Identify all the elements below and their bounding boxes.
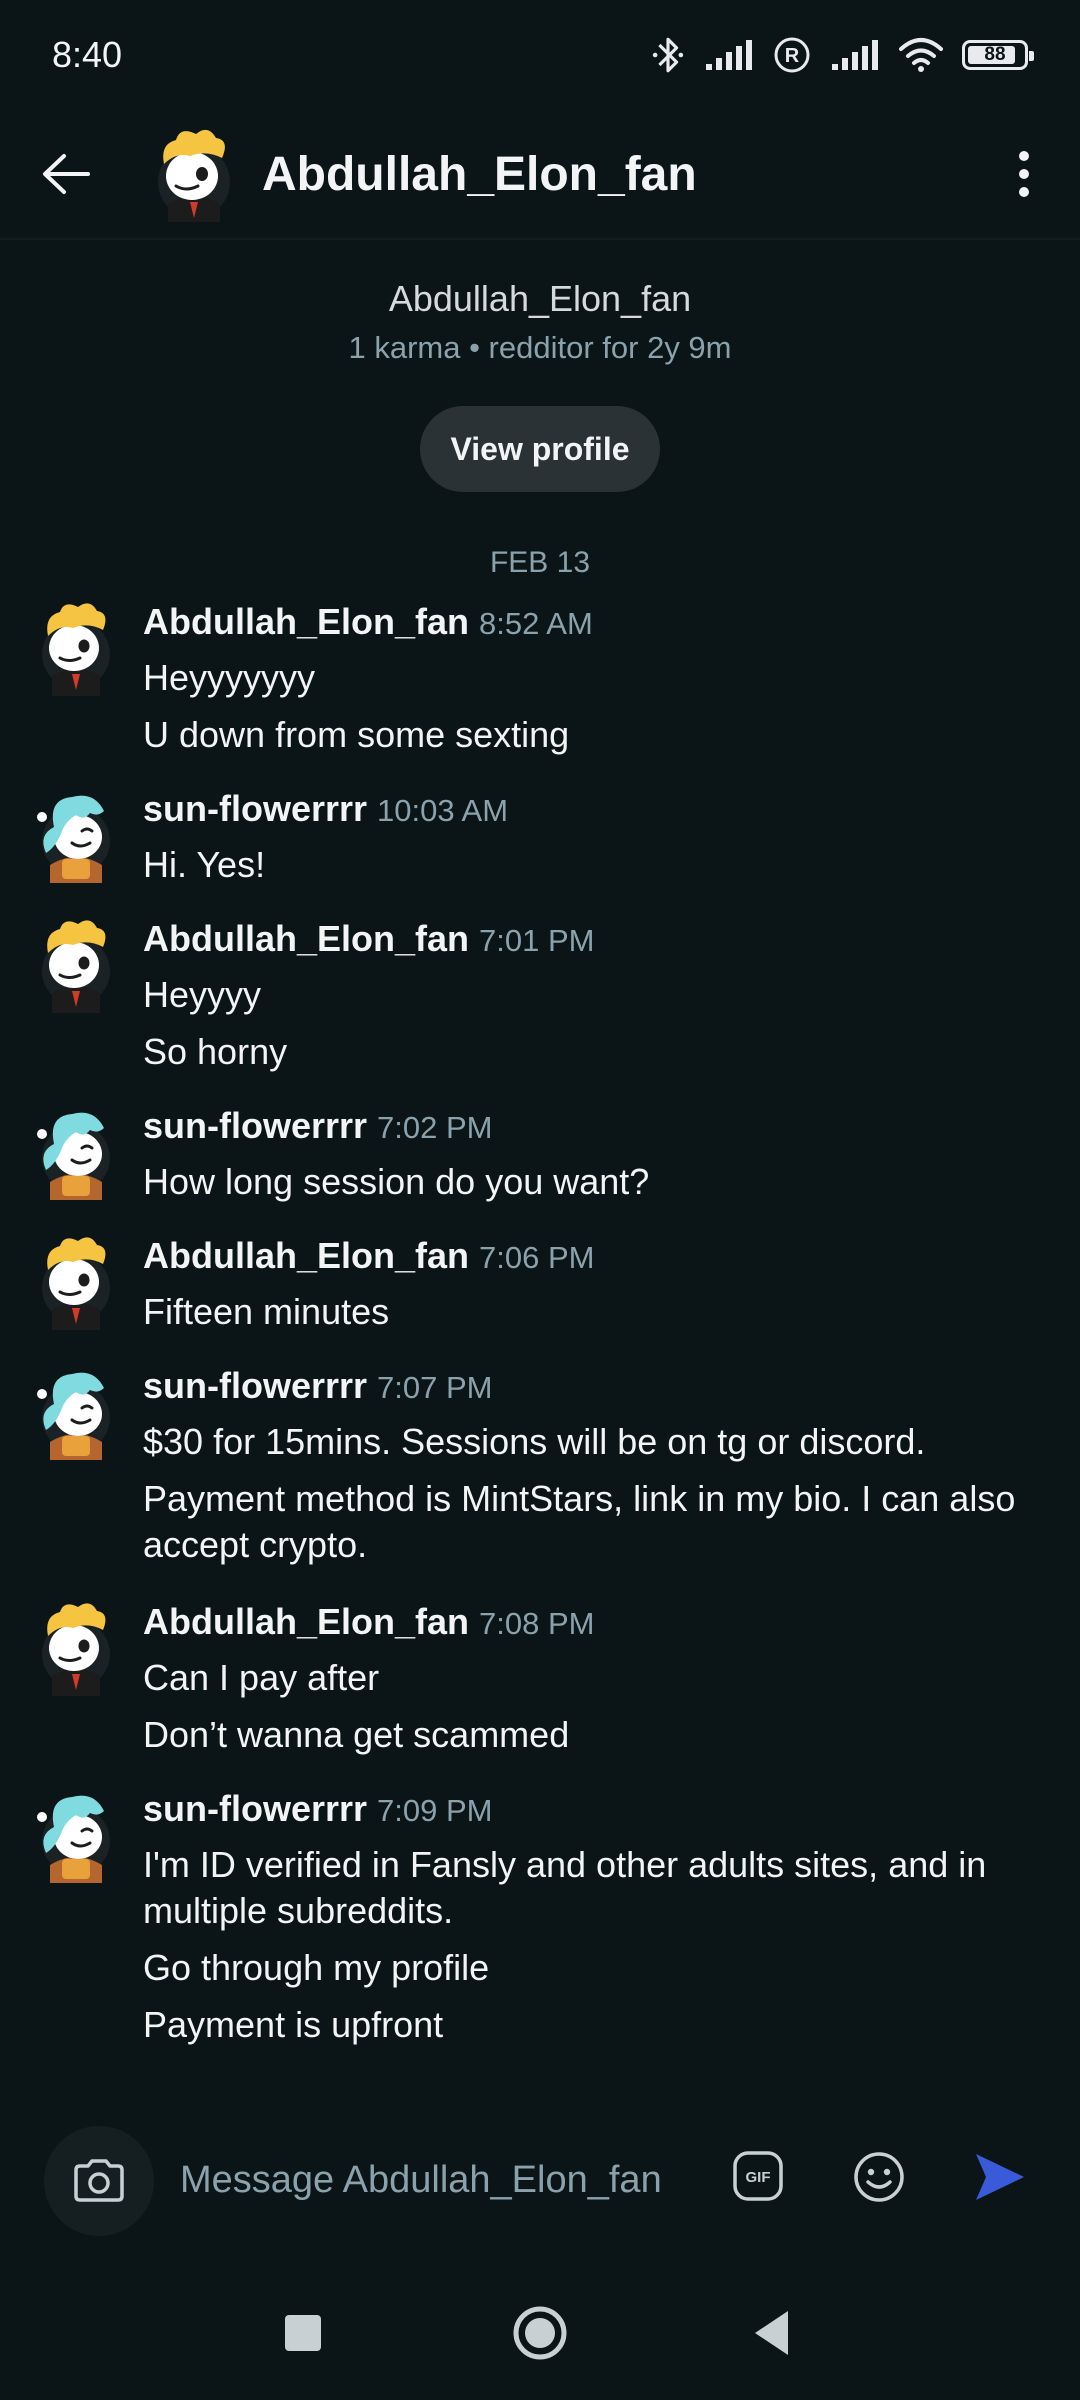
message-text: Can I pay after: [143, 1657, 380, 1698]
battery-level: 88: [984, 44, 1006, 65]
gif-button[interactable]: GIF: [732, 2150, 784, 2202]
avatar-sun-flowerrrr[interactable]: [32, 1787, 116, 1883]
message-author[interactable]: Abdullah_Elon_fan: [143, 601, 469, 642]
avatar-abdullah[interactable]: [32, 1234, 116, 1330]
svg-text:R: R: [785, 45, 800, 67]
chat-title[interactable]: Abdullah_Elon_fan: [262, 147, 697, 202]
send-button[interactable]: [972, 2150, 1028, 2204]
message-time: 8:52 AM: [479, 606, 593, 641]
message-author[interactable]: Abdullah_Elon_fan: [143, 1235, 469, 1276]
message-author[interactable]: sun-flowerrrr: [143, 788, 367, 829]
message-time: 7:06 PM: [479, 1240, 595, 1275]
message-time: 7:09 PM: [377, 1793, 493, 1828]
message-body: sun-flowerrrr 7:02 PM How long session do…: [143, 1104, 1043, 1205]
message-author[interactable]: sun-flowerrrr: [143, 1105, 367, 1146]
message-body: Abdullah_Elon_fan 7:01 PM Heyyyy So horny: [143, 917, 1043, 1075]
message-text: Payment is upfront: [143, 2004, 444, 2045]
message-text: How long session do you want?: [143, 1161, 650, 1202]
message-author[interactable]: Abdullah_Elon_fan: [143, 918, 469, 959]
status-time: 8:40: [52, 34, 123, 75]
message-text: Fifteen minutes: [143, 1291, 390, 1332]
message-author[interactable]: sun-flowerrrr: [143, 1365, 367, 1406]
message-body: sun-flowerrrr 10:03 AM Hi. Yes!: [143, 787, 1043, 888]
camera-button[interactable]: [44, 2126, 154, 2236]
system-nav-bar: [0, 2300, 1080, 2370]
gif-label: GIF: [746, 2169, 771, 2186]
back-button[interactable]: [36, 144, 96, 204]
user-avatar[interactable]: [146, 126, 236, 222]
message-body: sun-flowerrrr 7:09 PM I'm ID verified in …: [143, 1787, 1043, 2048]
profile-card: Abdullah_Elon_fan 1 karma • redditor for…: [0, 278, 1080, 492]
profile-meta: 1 karma • redditor for 2y 9m: [348, 330, 732, 365]
message-text: U down from some sexting: [143, 714, 570, 755]
arrow-left-icon: [43, 154, 90, 194]
message-text: I'm ID verified in Fansly and other adul…: [143, 1844, 987, 1931]
home-icon[interactable]: [512, 2305, 568, 2361]
avatar-abdullah[interactable]: [32, 917, 116, 1013]
back-triangle-icon[interactable]: [752, 2308, 792, 2358]
avatar-abdullah[interactable]: [32, 1600, 116, 1696]
message-text: So horny: [143, 1031, 288, 1072]
avatar-abdullah[interactable]: [32, 600, 116, 696]
message-time: 10:03 AM: [377, 793, 509, 828]
avatar-sun-flowerrrr[interactable]: [32, 1364, 116, 1460]
signal-icon-2: [832, 40, 878, 70]
status-icons: R 88: [650, 35, 1034, 75]
message-text: Heyyyyyyy: [143, 657, 316, 698]
bluetooth-icon: [652, 37, 684, 73]
message-text: Go through my profile: [143, 1947, 490, 1988]
message-time: 7:07 PM: [377, 1370, 493, 1405]
message-body: Abdullah_Elon_fan 7:06 PM Fifteen minutes: [143, 1234, 1043, 1335]
message-body: Abdullah_Elon_fan 7:08 PM Can I pay after…: [143, 1600, 1043, 1758]
recents-icon[interactable]: [283, 2313, 323, 2353]
message-text: Payment method is MintStars, link in my …: [143, 1478, 1016, 1565]
status-bar: 8:40 R 88: [0, 0, 1080, 110]
message-text: Hi. Yes!: [143, 844, 266, 885]
wifi-icon: [899, 38, 943, 72]
message-time: 7:02 PM: [377, 1110, 493, 1145]
battery-icon: 88: [962, 40, 1034, 70]
emoji-button[interactable]: [852, 2150, 906, 2204]
avatar-sun-flowerrrr[interactable]: [32, 787, 116, 883]
message-text: Don’t wanna get scammed: [143, 1714, 570, 1755]
message-author[interactable]: Abdullah_Elon_fan: [143, 1601, 469, 1642]
roaming-icon: R: [774, 37, 810, 73]
chat-header: Abdullah_Elon_fan: [0, 110, 1080, 240]
camera-icon: [74, 2159, 124, 2202]
avatar-sun-flowerrrr[interactable]: [32, 1104, 116, 1200]
date-divider: FEB 13: [489, 546, 591, 579]
more-options-button[interactable]: [1004, 144, 1044, 204]
message-composer: GIF: [0, 2120, 1080, 2246]
more-vertical-icon: [1019, 151, 1029, 197]
message-author[interactable]: sun-flowerrrr: [143, 1788, 367, 1829]
message-body: sun-flowerrrr 7:07 PM $30 for 15mins. Ses…: [143, 1364, 1043, 1568]
message-time: 7:08 PM: [479, 1606, 595, 1641]
message-time: 7:01 PM: [479, 923, 595, 958]
message-text: $30 for 15mins. Sessions will be on tg o…: [143, 1421, 926, 1462]
profile-name: Abdullah_Elon_fan: [388, 278, 692, 319]
signal-icon: [706, 40, 752, 70]
message-body: Abdullah_Elon_fan 8:52 AM Heyyyyyyy U dow…: [143, 600, 1043, 758]
message-text: Heyyyy: [143, 974, 262, 1015]
view-profile-button[interactable]: View profile: [420, 406, 660, 492]
message-input[interactable]: [180, 2150, 680, 2210]
